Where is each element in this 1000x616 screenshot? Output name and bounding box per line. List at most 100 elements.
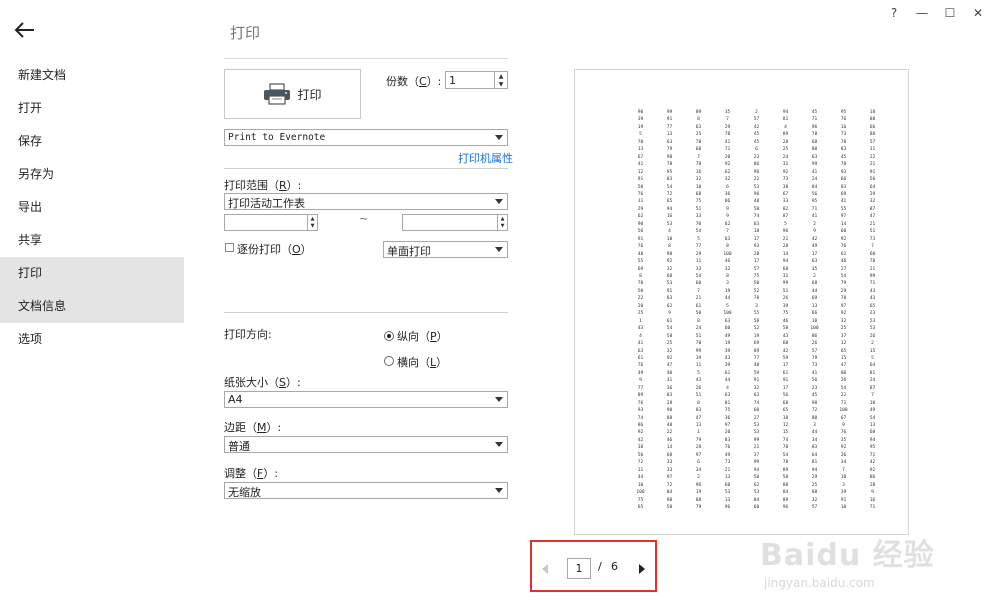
duplex-select[interactable]: 单面打印 xyxy=(383,241,508,258)
range-from-input[interactable]: ▲ ▼ xyxy=(224,214,318,231)
preview-cell: 45 xyxy=(811,110,818,115)
back-arrow-icon[interactable] xyxy=(14,20,36,40)
preview-cell: 54 xyxy=(695,229,702,235)
preview-cell: 75 xyxy=(695,199,702,205)
next-page-icon[interactable] xyxy=(639,564,645,574)
sidebar-item-share[interactable]: 共享 xyxy=(0,224,184,257)
print-button[interactable]: 打印 xyxy=(224,69,361,119)
preview-cell: 28 xyxy=(782,139,789,145)
preview-cell: 77 xyxy=(695,244,702,250)
preview-cell: 41 xyxy=(724,139,731,145)
scaling-select[interactable]: 无缩放 xyxy=(224,482,508,499)
preview-cell: 39 xyxy=(637,117,644,123)
preview-cell: 8 xyxy=(668,244,671,250)
preview-cell: 36 xyxy=(666,385,673,391)
preview-cell: 89 xyxy=(782,132,789,138)
preview-cell: 81 xyxy=(782,117,789,123)
paper-size-select[interactable]: A4 xyxy=(224,391,508,408)
preview-cell: 81 xyxy=(811,460,818,466)
preview-cell: 71 xyxy=(869,452,876,458)
preview-cell: 69 xyxy=(811,296,818,302)
sidebar-item-save[interactable]: 保存 xyxy=(0,125,184,158)
sidebar-item-open[interactable]: 打开 xyxy=(0,92,184,125)
preview-cell: 86 xyxy=(637,423,644,429)
preview-cell: 44 xyxy=(724,296,731,302)
sidebar-item-export[interactable]: 导出 xyxy=(0,191,184,224)
collate-label: 逐份打印（O） xyxy=(237,243,312,256)
preview-cell: 64 xyxy=(869,184,876,190)
preview-cell: 94 xyxy=(782,259,789,265)
preview-cell: 52 xyxy=(753,288,760,294)
preview-cell: 63 xyxy=(724,236,731,242)
preview-cell: 56 xyxy=(869,177,876,183)
preview-cell: 54 xyxy=(695,273,702,279)
landscape-radio[interactable] xyxy=(384,356,394,366)
preview-cell: 41 xyxy=(811,214,818,220)
preview-cell: 32 xyxy=(753,385,760,391)
preview-cell: 24 xyxy=(811,177,818,183)
preview-cell: 75 xyxy=(637,497,644,503)
margins-select[interactable]: 普通 xyxy=(224,436,508,453)
portrait-radio[interactable] xyxy=(384,331,394,341)
preview-cell: 53 xyxy=(753,423,760,429)
printer-select[interactable]: Print to Evernote xyxy=(224,129,508,146)
preview-cell: 59 xyxy=(753,370,760,376)
preview-cell: 22 xyxy=(666,430,673,436)
maximize-button[interactable]: ☐ xyxy=(936,4,964,22)
preview-cell: 28 xyxy=(869,482,876,488)
print-range-select[interactable]: 打印活动工作表 xyxy=(224,193,508,210)
preview-cell: 84 xyxy=(811,184,818,190)
preview-cell: 13 xyxy=(869,423,876,429)
close-button[interactable]: ✕ xyxy=(964,4,992,22)
preview-cell: 80 xyxy=(811,415,818,421)
collate-checkbox[interactable] xyxy=(225,243,234,252)
window-controls: ? — ☐ ✕ xyxy=(880,4,992,22)
preview-cell: 99 xyxy=(869,273,876,279)
preview-cell: 62 xyxy=(637,214,644,220)
preview-cell: 75 xyxy=(782,311,789,317)
preview-cell: 72 xyxy=(637,460,644,466)
preview-cell: 83 xyxy=(840,184,847,190)
current-page-input[interactable]: 1 xyxy=(567,558,591,579)
previous-page-icon[interactable] xyxy=(542,564,548,574)
sidebar-item-print[interactable]: 打印 xyxy=(0,257,184,290)
preview-cell: 35 xyxy=(724,110,731,115)
preview-cell: 17 xyxy=(782,363,789,369)
preview-cell: 19 xyxy=(724,288,731,294)
sidebar-item-save-as[interactable]: 另存为 xyxy=(0,158,184,191)
preview-cell: 55 xyxy=(637,259,644,265)
preview-cell: 93 xyxy=(753,244,760,250)
preview-cell: 13 xyxy=(724,475,731,481)
preview-cell: 28 xyxy=(782,244,789,250)
preview-cell: 62 xyxy=(724,221,731,227)
preview-cell: 78 xyxy=(782,460,789,466)
spinner-arrows[interactable]: ▲ ▼ xyxy=(494,72,507,88)
preview-cell: 62 xyxy=(753,482,760,488)
preview-cell: 72 xyxy=(811,408,818,414)
range-to-input[interactable]: ▲ ▼ xyxy=(402,214,508,231)
copies-spinner[interactable]: 1 ▲ ▼ xyxy=(445,71,508,89)
minimize-button[interactable]: — xyxy=(908,4,936,22)
preview-cell: 45 xyxy=(840,154,847,160)
spinner-arrows[interactable]: ▲ ▼ xyxy=(497,215,507,230)
sidebar-item-doc-info[interactable]: 文档信息 xyxy=(0,290,184,323)
sidebar-item-new[interactable]: 新建文档 xyxy=(0,59,184,92)
spinner-arrows[interactable]: ▲ ▼ xyxy=(307,215,317,230)
preview-cell: 63 xyxy=(695,124,702,130)
preview-cell: 79 xyxy=(840,281,847,287)
preview-cell: 17 xyxy=(782,385,789,391)
help-button[interactable]: ? xyxy=(880,4,908,22)
printer-properties-link[interactable]: 打印机属性 xyxy=(458,150,513,166)
preview-cell: 25 xyxy=(840,326,847,332)
preview-cell: 76 xyxy=(840,430,847,436)
sidebar-item-options[interactable]: 选项 xyxy=(0,323,184,356)
preview-cell: 28 xyxy=(695,445,702,451)
preview-cell: 89 xyxy=(637,393,644,399)
preview-cell: 10 xyxy=(695,184,702,190)
preview-cell: 41 xyxy=(840,199,847,205)
preview-cell: 76 xyxy=(840,117,847,123)
preview-cell: 29 xyxy=(840,288,847,294)
preview-cell: 99 xyxy=(753,437,760,443)
preview-cell: 63 xyxy=(811,154,818,160)
preview-cell: 56 xyxy=(782,393,789,399)
